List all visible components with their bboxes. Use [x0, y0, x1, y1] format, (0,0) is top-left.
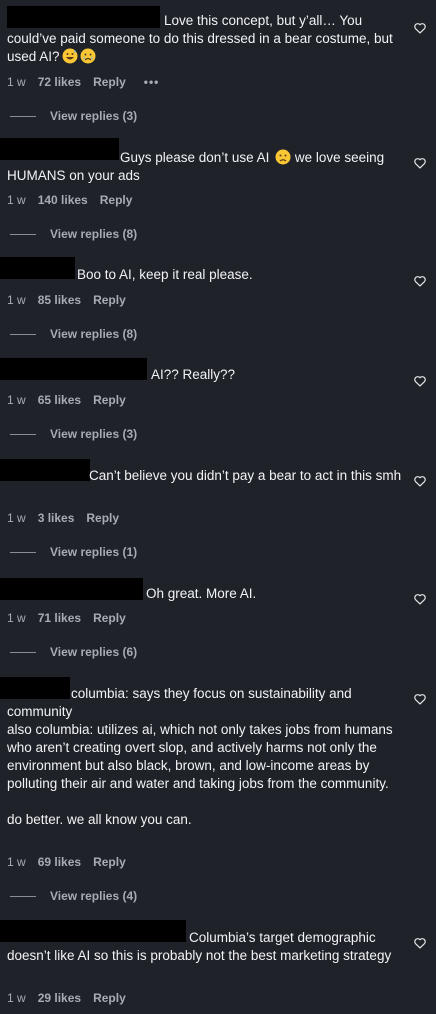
- like-heart-icon[interactable]: [413, 592, 427, 606]
- view-replies-label: View replies (3): [50, 427, 138, 441]
- comment-meta: 1 w 3 likes Reply: [7, 511, 119, 525]
- comment-text: Columbia’s target demographic doesn’t li…: [7, 929, 402, 965]
- like-heart-icon[interactable]: [413, 474, 427, 488]
- like-count[interactable]: 3 likes: [38, 511, 75, 525]
- crying-face-icon: [80, 48, 96, 64]
- reply-button[interactable]: Reply: [93, 75, 126, 89]
- reply-button[interactable]: Reply: [93, 991, 126, 1005]
- comment-text-body: Guys please don’t use AI: [120, 150, 270, 165]
- like-count[interactable]: 140 likes: [38, 193, 88, 207]
- comment-meta: 1 w 140 likes Reply: [7, 193, 132, 207]
- like-heart-icon[interactable]: [413, 374, 427, 388]
- like-count[interactable]: 72 likes: [38, 75, 81, 89]
- replies-divider-line: [10, 233, 36, 235]
- view-replies-label: View replies (8): [50, 327, 138, 341]
- comment-text-body: Boo to AI, keep it real please.: [77, 267, 253, 282]
- replies-divider-line: [10, 895, 36, 897]
- reply-button[interactable]: Reply: [86, 511, 119, 525]
- replies-divider-line: [10, 433, 36, 435]
- comment-time: 1 w: [7, 611, 26, 625]
- comment-time: 1 w: [7, 855, 26, 869]
- view-replies-button[interactable]: View replies (3): [10, 109, 137, 123]
- view-replies-label: View replies (3): [50, 109, 138, 123]
- view-replies-button[interactable]: View replies (8): [10, 327, 137, 341]
- reply-button[interactable]: Reply: [93, 293, 126, 307]
- replies-divider-line: [10, 551, 36, 553]
- comment-text-body: columbia: says they focus on sustainabil…: [7, 686, 393, 827]
- more-options-button[interactable]: •••: [144, 75, 160, 89]
- view-replies-label: View replies (8): [50, 227, 138, 241]
- like-heart-icon[interactable]: [413, 936, 427, 950]
- view-replies-label: View replies (6): [50, 645, 138, 659]
- comment-text-body: Oh great. More AI.: [146, 586, 257, 601]
- view-replies-label: View replies (1): [50, 545, 138, 559]
- replies-divider-line: [10, 115, 36, 117]
- like-heart-icon[interactable]: [413, 274, 427, 288]
- like-count[interactable]: 29 likes: [38, 991, 81, 1005]
- comment-text: Can’t believe you didn’t pay a bear to a…: [7, 467, 402, 485]
- reply-button[interactable]: Reply: [93, 393, 126, 407]
- like-count[interactable]: 85 likes: [38, 293, 81, 307]
- view-replies-label: View replies (4): [50, 889, 138, 903]
- view-replies-button[interactable]: View replies (4): [10, 889, 137, 903]
- comment-text: Boo to AI, keep it real please.: [7, 266, 402, 284]
- comment-meta: 1 w 72 likes Reply •••: [7, 75, 159, 89]
- view-replies-button[interactable]: View replies (1): [10, 545, 137, 559]
- like-count[interactable]: 71 likes: [38, 611, 81, 625]
- comment-time: 1 w: [7, 293, 26, 307]
- comment-time: 1 w: [7, 511, 26, 525]
- like-heart-icon[interactable]: [413, 21, 427, 35]
- like-count[interactable]: 69 likes: [38, 855, 81, 869]
- comment-meta: 1 w 29 likes Reply: [7, 991, 126, 1005]
- comment-time: 1 w: [7, 393, 26, 407]
- replies-divider-line: [10, 651, 36, 653]
- reply-button[interactable]: Reply: [93, 855, 126, 869]
- comment-text: Love this concept, but y’all… You could’…: [7, 12, 402, 66]
- comment-meta: 1 w 71 likes Reply: [7, 611, 126, 625]
- grinning-sweat-face-icon: [62, 48, 78, 64]
- comment-text-body: Can’t believe you didn’t pay a bear to a…: [89, 468, 402, 483]
- comment-time: 1 w: [7, 193, 26, 207]
- comment-meta: 1 w 69 likes Reply: [7, 855, 126, 869]
- view-replies-button[interactable]: View replies (6): [10, 645, 137, 659]
- like-heart-icon[interactable]: [413, 692, 427, 706]
- comment-text-body: AI?? Really??: [151, 367, 236, 382]
- view-replies-button[interactable]: View replies (3): [10, 427, 137, 441]
- view-replies-button[interactable]: View replies (8): [10, 227, 137, 241]
- like-heart-icon[interactable]: [413, 156, 427, 170]
- comment-time: 1 w: [7, 991, 26, 1005]
- comment-text-body: Columbia’s target demographic doesn’t li…: [7, 930, 392, 963]
- comment-meta: 1 w 65 likes Reply: [7, 393, 126, 407]
- worried-face-icon: [275, 149, 291, 165]
- comment-text: AI?? Really??: [7, 366, 402, 384]
- like-count[interactable]: 65 likes: [38, 393, 81, 407]
- comments-feed: Love this concept, but y’all… You could’…: [0, 0, 436, 1014]
- reply-button[interactable]: Reply: [93, 611, 126, 625]
- comment-text: columbia: says they focus on sustainabil…: [7, 685, 402, 829]
- comment-time: 1 w: [7, 75, 26, 89]
- reply-button[interactable]: Reply: [100, 193, 133, 207]
- comment-text: Guys please don’t use AI we love seeing …: [7, 149, 402, 185]
- replies-divider-line: [10, 333, 36, 335]
- comment-text: Oh great. More AI.: [7, 585, 402, 603]
- comment-meta: 1 w 85 likes Reply: [7, 293, 126, 307]
